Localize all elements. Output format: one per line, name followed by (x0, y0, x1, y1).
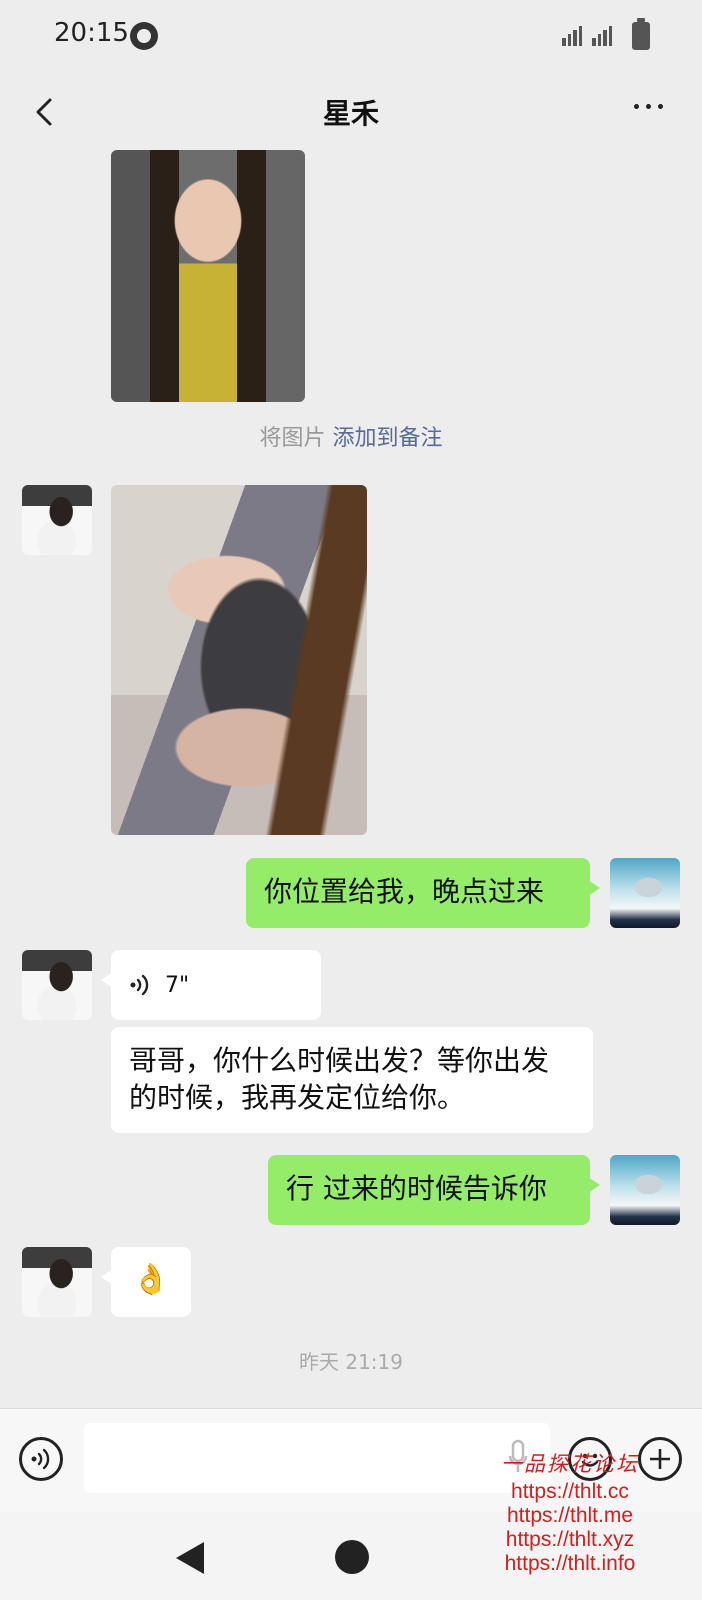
watermark-url: https://thlt.info (504, 1552, 636, 1575)
message-text: 哥哥，你什么时候出发？等你出发的时候，我再发定位给你。 (129, 1044, 550, 1114)
voice-wave-icon (130, 974, 149, 996)
voice-toggle-button[interactable] (19, 1437, 63, 1481)
message-text: 你位置给我，晚点过来 (264, 875, 545, 908)
emoji-message[interactable]: 👌 (101, 1247, 191, 1317)
voice-duration: 7" (165, 972, 190, 998)
status-time: 20:15 (54, 18, 129, 48)
status-bar: 20:15 (0, 0, 702, 72)
my-avatar[interactable] (610, 1155, 680, 1225)
my-avatar[interactable] (610, 858, 680, 928)
watermark-url: https://thlt.cc (511, 1480, 629, 1503)
watermark-url: https://thlt.xyz (505, 1528, 635, 1551)
chat-messages[interactable]: 将图片 添加到备注 你位置给我，晚点过来 7" 哥哥，你什么时候出发？等你出发的… (0, 150, 702, 1408)
signal-icon-2 (592, 24, 614, 46)
battery-icon (632, 18, 650, 50)
image-message-1[interactable] (111, 150, 305, 402)
add-to-remark-link[interactable]: 添加到备注 (333, 426, 443, 451)
contact-avatar[interactable] (22, 1247, 92, 1317)
message-text: 行 过来的时候告诉你 (286, 1172, 547, 1205)
message-timestamp: 昨天 21:19 (299, 1350, 403, 1374)
app-notification-icon (130, 22, 158, 50)
note-prefix: 将图片 (259, 426, 326, 451)
outgoing-message[interactable]: 你位置给我，晚点过来 (246, 858, 600, 928)
contact-avatar[interactable] (22, 485, 92, 555)
watermark-url: https://thlt.me (506, 1504, 634, 1527)
signal-icon (562, 24, 584, 46)
add-to-remark-note: 将图片 添加到备注 (0, 420, 702, 452)
more-icon[interactable] (634, 104, 663, 109)
chat-header: 星禾 (0, 72, 702, 152)
voice-message[interactable]: 7" (101, 950, 321, 1020)
watermark-title: 一品探花论坛 (501, 1452, 639, 1476)
watermark: 一品探花论坛 https://thlt.cc https://thlt.me h… (470, 1452, 670, 1576)
nav-back-icon[interactable] (176, 1542, 204, 1574)
chat-title: 星禾 (322, 97, 379, 130)
voice-toggle-icon (31, 1448, 50, 1470)
contact-avatar[interactable] (22, 950, 92, 1020)
incoming-message[interactable]: 哥哥，你什么时候出发？等你出发的时候，我再发定位给你。 (111, 1027, 593, 1133)
image-message-2[interactable] (111, 485, 367, 835)
nav-home-icon[interactable] (335, 1540, 369, 1574)
emoji-ok: 👌 (132, 1262, 170, 1297)
outgoing-message[interactable]: 行 过来的时候告诉你 (268, 1155, 600, 1225)
